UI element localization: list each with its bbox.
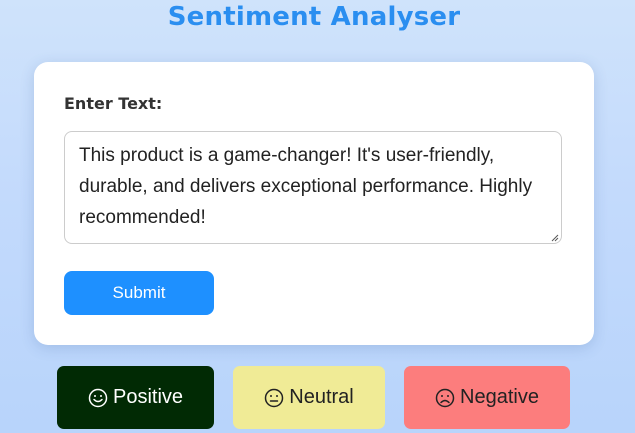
text-input-label: Enter Text:	[64, 94, 163, 113]
negative-sentiment-button[interactable]: Negative	[404, 366, 570, 429]
input-card: Enter Text: This product is a game-chang…	[34, 62, 594, 345]
resize-handle-icon[interactable]	[551, 234, 559, 242]
submit-button[interactable]: Submit	[64, 271, 214, 315]
text-input[interactable]: This product is a game-changer! It's use…	[64, 131, 562, 244]
positive-sentiment-button[interactable]: Positive	[57, 366, 214, 429]
page-title: Sentiment Analyser	[167, 2, 461, 32]
neutral-sentiment-button[interactable]: Neutral	[233, 366, 385, 429]
neutral-face-icon	[265, 388, 284, 407]
negative-label: Negative	[460, 386, 539, 408]
frown-icon	[435, 388, 455, 407]
positive-label: Positive	[112, 386, 184, 408]
smile-icon	[88, 388, 108, 407]
neutral-label: Neutral	[289, 386, 354, 408]
